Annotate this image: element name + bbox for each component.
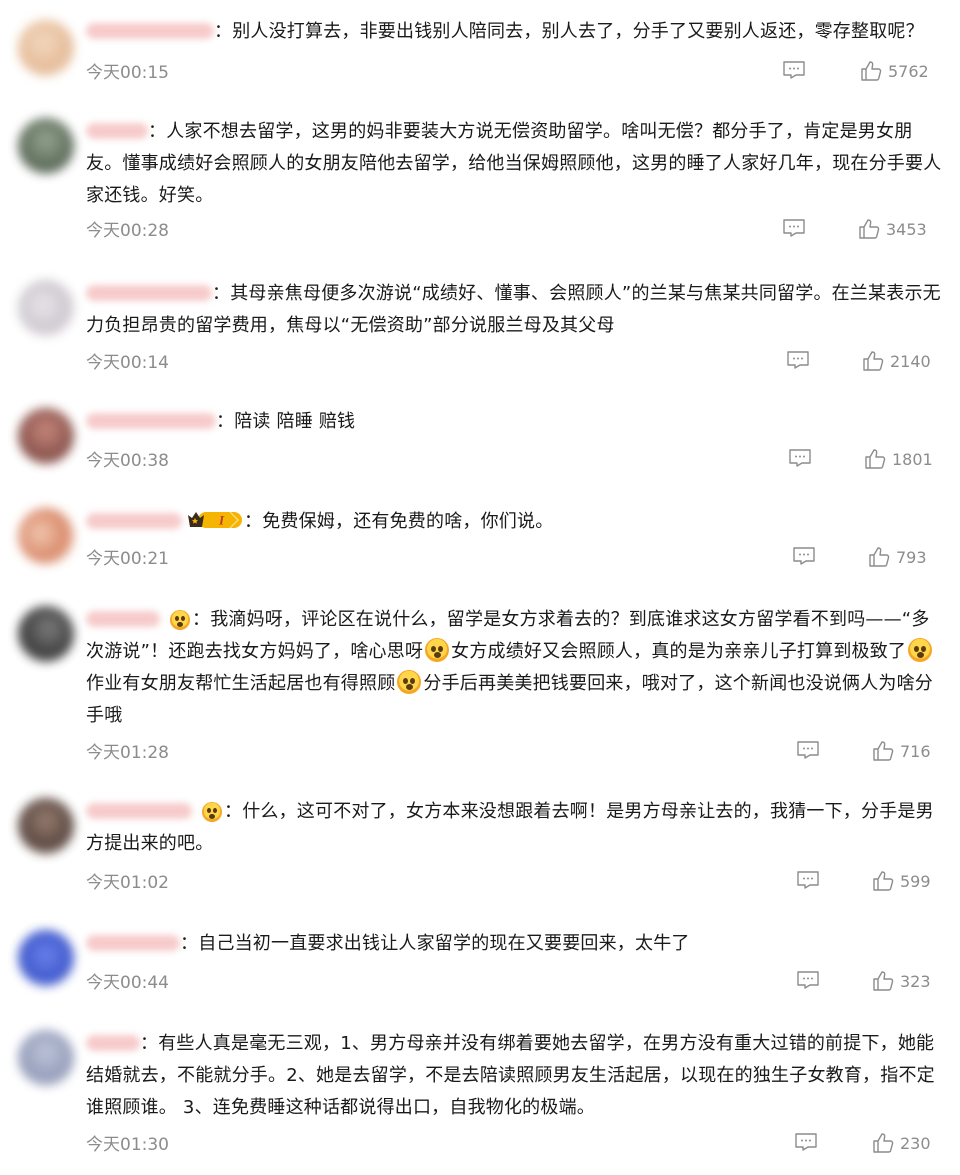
comment-time: 今天00:28	[86, 221, 169, 241]
comment-text: I ：免费保姆，还有免费的啥，你们说。	[86, 506, 942, 542]
comment-content: ：其母亲焦母便多次游说“成绩好、懂事、会照顾人”的兰某与焦某共同留学。在兰某表示…	[86, 283, 941, 336]
comment-content: ：免费保姆，还有免费的啥，你们说。	[244, 511, 554, 532]
comment-time: 今天01:30	[86, 1135, 169, 1155]
like-button[interactable]: 5762	[860, 58, 929, 84]
like-count: 3453	[886, 219, 927, 239]
comment-text: ：人家不想去留学，这男的妈非要装大方说无偿资助留学。啥叫无偿？都分手了，肯定是男…	[86, 116, 942, 212]
avatar[interactable]	[18, 280, 74, 336]
avatar[interactable]	[18, 930, 74, 986]
reply-icon[interactable]	[796, 740, 820, 760]
thumbs-up-icon	[869, 547, 890, 567]
username[interactable]	[86, 611, 160, 627]
reply-icon[interactable]	[796, 970, 820, 990]
comment-content: 作业有女朋友帮忙生活起居也有得照顾	[86, 673, 396, 694]
comment-feed: ：别人没打算去，非要出钱别人陪同去，别人去了，分手了又要别人返还，零存整取呢？ …	[0, 0, 960, 1175]
comment-content: 女方成绩好又会照顾人，真的是为亲亲儿子打算到极致了	[451, 641, 907, 662]
like-count: 599	[900, 871, 931, 891]
avatar[interactable]	[18, 798, 74, 854]
like-button[interactable]: 2140	[862, 348, 931, 374]
like-count: 323	[900, 971, 931, 991]
like-count: 2140	[890, 351, 931, 371]
reply-icon[interactable]	[786, 350, 810, 370]
reply-icon[interactable]	[794, 1132, 818, 1152]
avatar[interactable]	[18, 606, 74, 662]
avatar[interactable]	[18, 20, 74, 76]
avatar[interactable]	[18, 508, 74, 564]
username[interactable]	[86, 123, 148, 139]
comment-content: ：自己当初一直要求出钱让人家留学的现在又要要回来，太牛了	[180, 933, 690, 954]
thumbs-up-icon	[859, 219, 880, 239]
avatar[interactable]	[18, 408, 74, 464]
comment-content: ：有些人真是毫无三观，1、男方母亲并没有绑着要她去留学，在男方没有重大过错的前提…	[86, 1033, 935, 1118]
thumbs-up-icon	[861, 61, 882, 81]
avatar[interactable]	[18, 118, 74, 174]
thumbs-up-icon	[863, 351, 884, 371]
shocked-emoji-icon	[397, 670, 422, 694]
comment-time: 今天01:02	[86, 873, 169, 893]
comment-content: ：陪读 陪睡 赔钱	[216, 411, 356, 432]
comment-content: ：人家不想去留学，这男的妈非要装大方说无偿资助留学。啥叫无偿？都分手了，肯定是男…	[86, 121, 942, 206]
like-button[interactable]: 1801	[864, 446, 933, 472]
comment-text: ：陪读 陪睡 赔钱	[86, 406, 942, 438]
like-count: 793	[896, 547, 927, 567]
shocked-emoji-icon	[425, 638, 450, 662]
comment-time: 今天01:28	[86, 743, 169, 763]
comment-time: 今天00:14	[86, 353, 169, 373]
emoji-icon	[170, 610, 190, 630]
comment-text: ：自己当初一直要求出钱让人家留学的现在又要要回来，太牛了	[86, 928, 942, 960]
username[interactable]	[86, 803, 192, 819]
reply-icon[interactable]	[796, 870, 820, 890]
username[interactable]	[86, 23, 214, 39]
comment-time: 今天00:21	[86, 549, 169, 569]
reply-icon[interactable]	[792, 546, 816, 566]
like-button[interactable]: 793	[868, 544, 927, 570]
like-count: 230	[900, 1133, 931, 1153]
like-count: 1801	[892, 449, 933, 469]
comment-text: ：有些人真是毫无三观，1、男方母亲并没有绑着要她去留学，在男方没有重大过错的前提…	[86, 1028, 942, 1124]
comment-text: ：别人没打算去，非要出钱别人陪同去，别人去了，分手了又要别人返还，零存整取呢？	[86, 16, 942, 48]
comment-text: ：其母亲焦母便多次游说“成绩好、懂事、会照顾人”的兰某与焦某共同留学。在兰某表示…	[86, 278, 942, 342]
thumbs-up-icon	[873, 741, 894, 761]
like-button[interactable]: 599	[872, 868, 931, 894]
comment-text: ：我滴妈呀，评论区在说什么，留学是女方求着去的？到底谁求这女方留学看不到吗——“…	[86, 604, 942, 732]
badge-level: I	[218, 513, 225, 528]
like-button[interactable]: 3453	[858, 216, 927, 242]
username[interactable]	[86, 513, 182, 529]
username[interactable]	[86, 1035, 140, 1051]
like-button[interactable]: 323	[872, 968, 931, 994]
comment-time: 今天00:44	[86, 973, 169, 993]
reply-icon[interactable]	[782, 218, 806, 238]
emoji-icon	[202, 802, 222, 822]
like-button[interactable]: 716	[872, 738, 931, 764]
thumbs-up-icon	[873, 971, 894, 991]
comment-time: 今天00:15	[86, 63, 169, 83]
username[interactable]	[86, 413, 216, 429]
comment-text: ：什么，这可不对了，女方本来没想跟着去啊！是男方母亲让去的，我猜一下，分手是男方…	[86, 796, 942, 860]
reply-icon[interactable]	[788, 448, 812, 468]
like-count: 5762	[888, 61, 929, 81]
username[interactable]	[86, 935, 180, 951]
thumbs-up-icon	[873, 1133, 894, 1153]
username[interactable]	[86, 285, 212, 301]
like-button[interactable]: 230	[872, 1130, 931, 1156]
comment-content: ：别人没打算去，非要出钱别人陪同去，别人去了，分手了又要别人返还，零存整取呢？	[214, 21, 924, 42]
member-badge[interactable]: I	[186, 509, 244, 542]
shocked-emoji-icon	[908, 638, 933, 662]
comment-time: 今天00:38	[86, 451, 169, 471]
avatar[interactable]	[18, 1030, 74, 1086]
reply-icon[interactable]	[782, 60, 806, 80]
thumbs-up-icon	[873, 871, 894, 891]
like-count: 716	[900, 741, 931, 761]
thumbs-up-icon	[865, 449, 886, 469]
